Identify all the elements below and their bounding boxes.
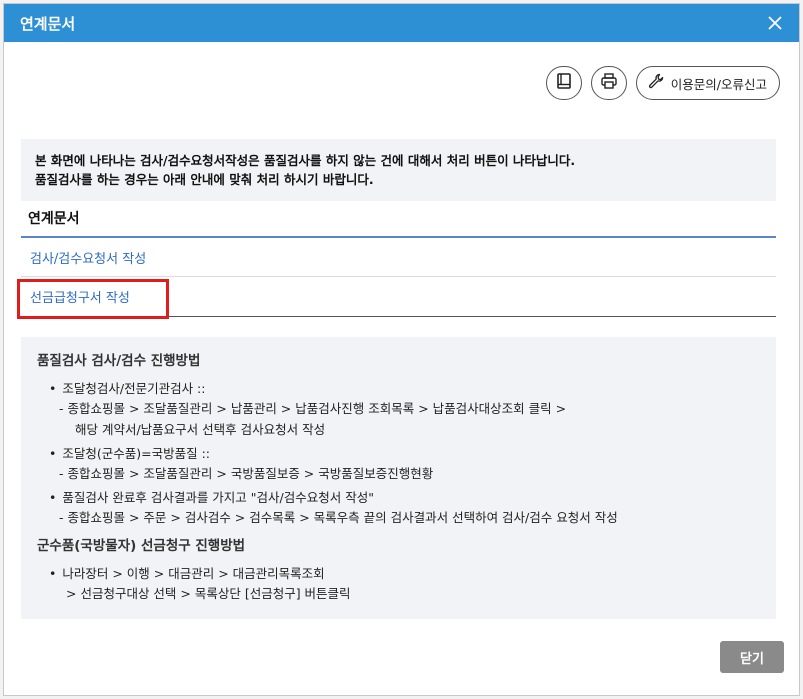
- guide-bullet: 조달청검사/전문기관검사 ::: [49, 379, 760, 398]
- guide-bullet: 조달청(군수품)=국방품질 ::: [49, 444, 760, 463]
- printer-icon: [600, 72, 618, 94]
- guide-step: 해당 계약서/납품요구서 선택후 검사요청서 작성: [75, 422, 326, 437]
- wrench-icon: [647, 72, 665, 94]
- guide-step: > 선금청구대상 선택 > 목록상단 [선금청구] 버튼클릭: [66, 586, 351, 601]
- close-icon[interactable]: [763, 11, 787, 35]
- guide-panel: 품질검사 검사/검수 진행방법 조달청검사/전문기관검사 :: - 종합쇼핑몰 …: [21, 337, 776, 619]
- highlight-box: [17, 279, 169, 319]
- guide-heading: 품질검사 검사/검수 진행방법: [37, 353, 201, 369]
- notice-line: 품질검사를 하는 경우는 아래 안내에 맞춰 처리 하시기 바랍니다.: [35, 172, 374, 187]
- guide-bullet: 품질검사 완료후 검사결과를 가지고 "검사/검수요청서 작성": [49, 488, 760, 507]
- guide-step: - 종합쇼핑몰 > 조달품질관리 > 납품관리 > 납품검사진행 조회목록 > …: [59, 401, 567, 416]
- inspection-request-link[interactable]: 검사/검수요청서 작성: [21, 238, 776, 277]
- manual-button[interactable]: [545, 66, 582, 100]
- section-title: 연계문서: [28, 211, 80, 227]
- guide-step: - 종합쇼핑몰 > 주문 > 검사검수 > 검수목록 > 목록우측 끝의 검사결…: [59, 510, 618, 525]
- dialog-title: 연계문서: [20, 14, 76, 33]
- support-button[interactable]: 이용문의/오류신고: [635, 66, 780, 100]
- dialog-titlebar: 연계문서: [4, 4, 799, 42]
- print-button[interactable]: [590, 66, 627, 100]
- notice-line: 본 화면에 나타나는 검사/검수요청서작성은 품질검사를 하지 않는 건에 대해…: [35, 153, 576, 168]
- guide-heading: 군수품(국방물자) 선금청구 진행방법: [37, 538, 246, 554]
- toolbar: 이용문의/오류신고: [545, 66, 780, 100]
- book-icon: [555, 72, 573, 94]
- guide-step: - 종합쇼핑몰 > 조달품질관리 > 국방품질보증 > 국방품질보증진행현황: [59, 466, 434, 481]
- guide-bullet: 나라장터 > 이행 > 대금관리 > 대금관리목록조회: [49, 564, 760, 583]
- close-button[interactable]: 닫기: [720, 641, 784, 673]
- notice-panel: 본 화면에 나타나는 검사/검수요청서작성은 품질검사를 하지 않는 건에 대해…: [21, 139, 776, 201]
- support-button-label: 이용문의/오류신고: [670, 76, 767, 92]
